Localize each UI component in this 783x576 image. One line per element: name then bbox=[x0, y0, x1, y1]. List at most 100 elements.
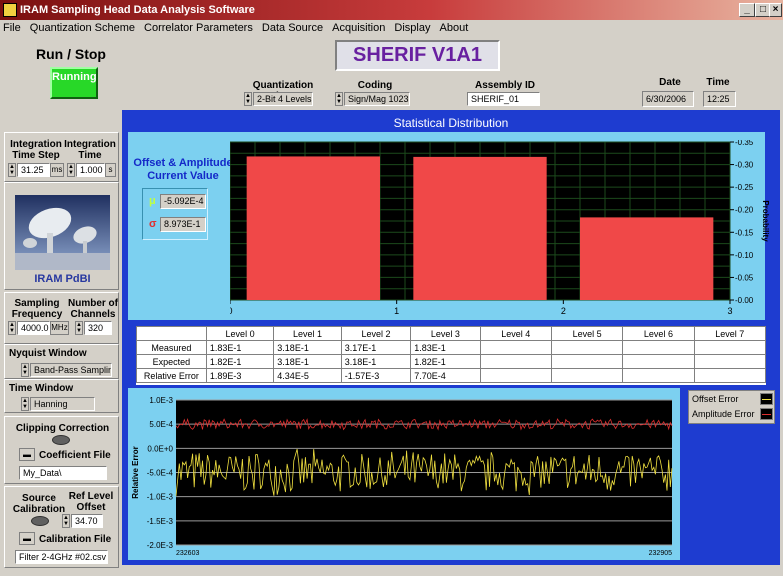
integration-step-label: Integration Time Step bbox=[10, 139, 62, 161]
close-button[interactable]: × bbox=[769, 3, 782, 17]
table-cell: Measured bbox=[136, 340, 207, 355]
legend-amplitude-swatch bbox=[760, 408, 773, 420]
coding-spinner[interactable]: ▲ ▼ bbox=[335, 92, 343, 106]
table-header-cell: Level 7 bbox=[693, 326, 767, 341]
table-cell: 4.34E-5 bbox=[273, 368, 342, 383]
integration-time-unit[interactable]: s bbox=[105, 163, 116, 177]
menu-display[interactable]: Display bbox=[391, 22, 433, 34]
source-calibration-toggle[interactable] bbox=[31, 516, 49, 526]
integration-time-spinner[interactable]: ▲ ▼ bbox=[67, 163, 75, 177]
sigma-symbol: σ bbox=[149, 218, 157, 230]
x-tick-label: 232905 bbox=[649, 550, 672, 557]
y-tick-label: -5.0E-4 bbox=[147, 469, 174, 478]
integration-time-input[interactable]: 1.000 bbox=[76, 163, 105, 177]
histogram-bar bbox=[413, 156, 547, 300]
table-cell bbox=[550, 340, 624, 355]
nyquist-spinner[interactable]: ▲ ▼ bbox=[21, 363, 29, 377]
table-row: Relative Error 1.89E-3 4.34E-5 -1.57E-3 7.70… bbox=[136, 368, 767, 383]
folder-icon[interactable]: ▬ bbox=[19, 532, 35, 545]
table-cell bbox=[693, 368, 767, 383]
coding-label: Coding bbox=[357, 80, 393, 91]
nyquist-label: Nyquist Window bbox=[9, 348, 87, 359]
table-header-row: Level 0 Level 1 Level 2 Level 3 Level 4 Level… bbox=[136, 326, 767, 341]
table-header-cell bbox=[136, 326, 207, 341]
current-value-box: μ -5.092E-4 σ 8.973E-1 bbox=[142, 188, 208, 240]
run-stop-button[interactable]: Running bbox=[50, 67, 98, 99]
table-cell bbox=[693, 354, 767, 369]
assembly-id-input[interactable]: SHERIF_01 bbox=[467, 92, 540, 106]
calibration-file-input[interactable]: Filter 2-4GHz #02.csv bbox=[15, 550, 108, 564]
table-row: Measured 1.83E-1 3.18E-1 3.17E-1 1.83E-1 bbox=[136, 340, 767, 355]
number-channels-spinner[interactable]: ▲ ▼ bbox=[75, 321, 83, 335]
window-title: IRAM Sampling Head Data Analysis Softwar… bbox=[20, 4, 255, 16]
minimize-button[interactable]: _ bbox=[739, 3, 755, 17]
ref-level-label: Ref Level Offset bbox=[68, 491, 114, 513]
x-tick-label: 2 bbox=[561, 306, 566, 316]
table-cell bbox=[550, 354, 624, 369]
table-cell: 3.18E-1 bbox=[340, 354, 412, 369]
table-cell: Expected bbox=[136, 354, 207, 369]
time-window-label: Time Window bbox=[9, 383, 74, 394]
x-tick-label: 3 bbox=[727, 306, 732, 316]
statistics-table-wrap: Level 0 Level 1 Level 2 Level 3 Level 4 Level… bbox=[136, 326, 767, 385]
quantization-spinner[interactable]: ▲ ▼ bbox=[244, 92, 252, 106]
menu-quantization-scheme[interactable]: Quantization Scheme bbox=[27, 22, 138, 34]
date-label: Date bbox=[659, 77, 681, 88]
quantization-select[interactable]: 2-Bit 4 Levels bbox=[253, 92, 313, 106]
menu-bar: File Quantization Scheme Correlator Para… bbox=[0, 20, 783, 36]
histogram-chart: 0 1 2 3-0.00 -0.05 -0.10 -0.15 -0.20 -0.25 -0.30 -… bbox=[230, 140, 770, 316]
assembly-id-label: Assembly ID bbox=[474, 80, 536, 91]
y-tick-label: 1.0E-3 bbox=[149, 396, 173, 405]
sampling-frequency-spinner[interactable]: ▲ ▼ bbox=[8, 321, 16, 335]
table-header-cell: Level 0 bbox=[205, 326, 275, 341]
table-cell: 3.18E-1 bbox=[273, 354, 342, 369]
source-calibration-label: Source Calibration bbox=[12, 493, 66, 515]
sampling-frequency-label: Sampling Frequency bbox=[11, 298, 63, 320]
table-cell: Relative Error bbox=[136, 368, 207, 383]
table-cell bbox=[550, 368, 624, 383]
y-tick-label: 0.0E+0 bbox=[147, 444, 173, 453]
calibration-group: Source Calibration Ref Level Offset ▲ ▼ 3… bbox=[4, 486, 119, 568]
table-cell: 3.18E-1 bbox=[273, 340, 342, 355]
integration-step-spinner[interactable]: ▲ ▼ bbox=[8, 163, 16, 177]
calibration-file-label: Calibration File bbox=[39, 534, 112, 545]
table-cell bbox=[479, 368, 552, 383]
y-tick-label: -0.20 bbox=[735, 206, 754, 215]
table-row: Expected 1.82E-1 3.18E-1 3.18E-1 1.82E-1 bbox=[136, 354, 767, 369]
menu-about[interactable]: About bbox=[437, 22, 472, 34]
menu-correlator-parameters[interactable]: Correlator Parameters bbox=[141, 22, 256, 34]
integration-step-unit[interactable]: ms bbox=[50, 163, 64, 177]
time-window-select[interactable]: Hanning bbox=[30, 397, 95, 411]
table-header-cell: Level 2 bbox=[340, 326, 412, 341]
y-tick-label: -0.25 bbox=[735, 183, 754, 192]
nyquist-select[interactable]: Band-Pass Sampling bbox=[30, 363, 112, 377]
time-label: Time bbox=[706, 77, 730, 88]
ref-level-spinner[interactable]: ▲ ▼ bbox=[62, 514, 70, 528]
number-channels-label: Number of Channels bbox=[68, 298, 118, 320]
coding-select[interactable]: Sign/Mag 1023 bbox=[344, 92, 410, 106]
date-display: 6/30/2006 bbox=[642, 91, 694, 107]
coefficient-file-label: Coefficient File bbox=[39, 450, 111, 461]
menu-data-source[interactable]: Data Source bbox=[259, 22, 326, 34]
legend-amplitude-label: Amplitude Error bbox=[692, 409, 755, 419]
clipping-correction-toggle[interactable] bbox=[52, 435, 70, 445]
table-cell: 1.82E-1 bbox=[410, 354, 481, 369]
table-cell bbox=[622, 354, 695, 369]
error-chart: 1.0E-3 5.0E-4 0.0E+0 -5.0E-4 -1.0E-3 -1.5E-3 -… bbox=[131, 396, 673, 557]
number-channels-input[interactable]: 320 bbox=[84, 321, 112, 335]
folder-icon[interactable]: ▬ bbox=[19, 448, 35, 461]
y-tick-label: -0.35 bbox=[735, 140, 754, 147]
sampling-frequency-unit[interactable]: MHz bbox=[50, 321, 69, 335]
nyquist-group: Nyquist Window ▲ ▼ Band-Pass Sampling bbox=[4, 344, 119, 379]
y-tick-label: -0.15 bbox=[735, 228, 754, 237]
menu-acquisition[interactable]: Acquisition bbox=[329, 22, 388, 34]
sampling-frequency-input[interactable]: 4000.0 bbox=[17, 321, 50, 335]
x-tick-label: 232603 bbox=[176, 550, 199, 557]
menu-file[interactable]: File bbox=[0, 22, 24, 34]
error-legend: Offset Error Amplitude Error bbox=[688, 390, 775, 424]
integration-step-input[interactable]: 31.25 bbox=[17, 163, 50, 177]
ref-level-input[interactable]: 34.70 bbox=[71, 514, 103, 528]
time-window-spinner[interactable]: ▲ ▼ bbox=[21, 397, 29, 411]
coefficient-file-input[interactable]: My_Data\ bbox=[19, 466, 107, 480]
table-header-cell: Level 4 bbox=[479, 326, 552, 341]
